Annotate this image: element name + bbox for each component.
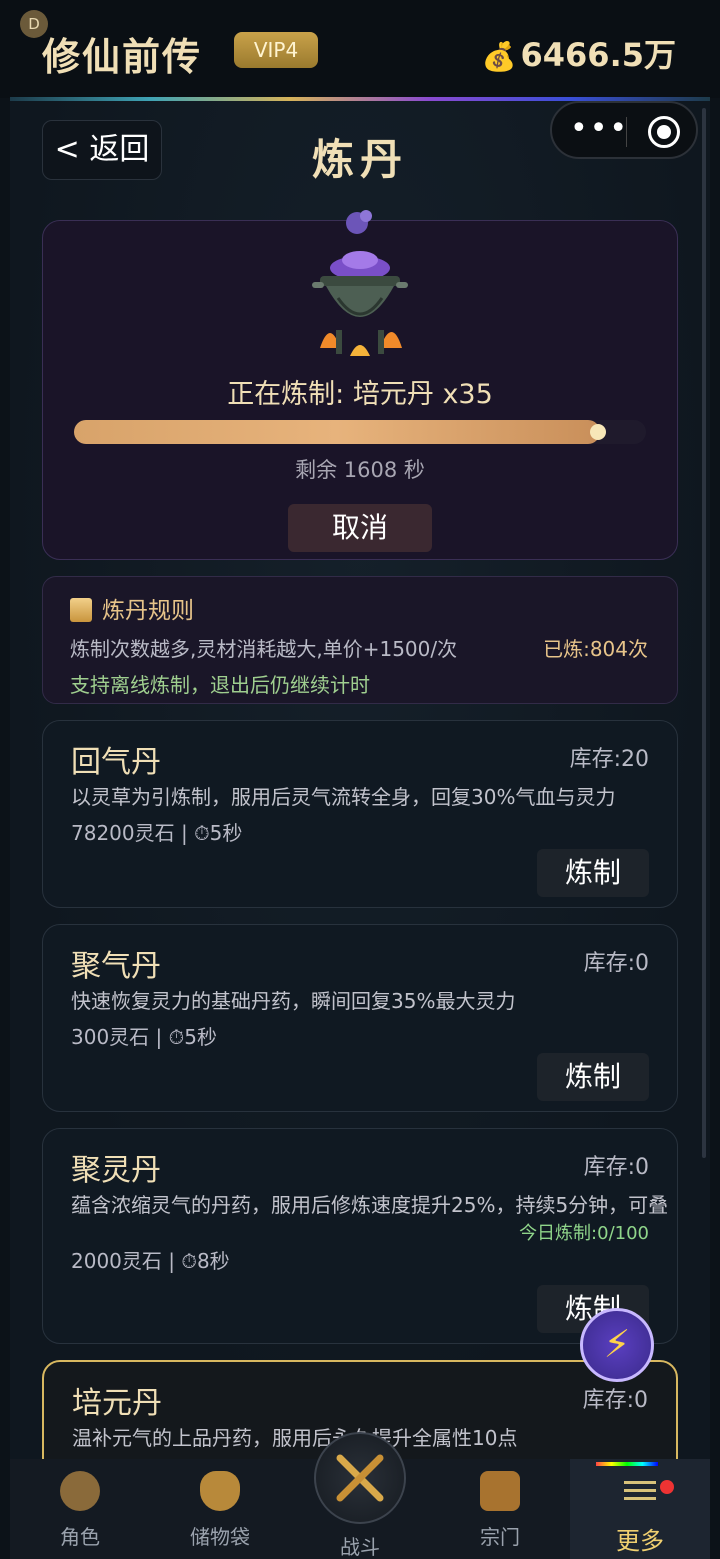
pill-stock: 库存:0 (582, 1388, 648, 1413)
game-title: 修仙前传 (42, 35, 203, 79)
currency-amount: 6466.5万 (520, 36, 677, 74)
pill-name: 培元丹 (72, 1386, 162, 1421)
pill-cost: 300灵石 | ⏱5秒 (71, 1025, 217, 1049)
pill-description: 温补元气的上品丹药，服用后永久提升全属性10点 (72, 1426, 518, 1450)
crafting-status: 正在炼制: 培元丹 x35 (227, 379, 493, 410)
pill-card: 回气丹 库存:20 以灵草为引炼制，服用后灵气流转全身，回复30%气血与灵力 7… (42, 720, 678, 908)
nav-label: 宗门 (480, 1525, 520, 1549)
pill-stock: 库存:20 (569, 747, 649, 772)
nav-item-more[interactable]: 更多 (570, 1459, 710, 1559)
nav-label: 角色 (60, 1525, 100, 1549)
menu-icon (620, 1471, 660, 1511)
sect-icon (480, 1471, 520, 1511)
pill-name: 回气丹 (71, 745, 161, 780)
nav-item-character[interactable]: 角色 (10, 1459, 150, 1559)
nav-label: 储物袋 (190, 1525, 250, 1549)
craft-button[interactable]: 炼制 (537, 1053, 649, 1101)
rules-offline-note: 支持离线炼制，退出后仍继续计时 (70, 673, 370, 697)
bag-icon (200, 1471, 240, 1511)
money-bag-icon: 💰 (481, 40, 517, 73)
nav-label: 更多 (616, 1527, 664, 1555)
pill-name: 聚气丹 (71, 949, 161, 984)
pill-description: 以灵草为引炼制，服用后灵气流转全身，回复30%气血与灵力 (71, 785, 616, 809)
smoke-decoration (360, 210, 372, 222)
pill-stock: 库存:0 (583, 1155, 649, 1180)
remaining-time: 剩余 1608 秒 (295, 458, 425, 482)
pill-card: 聚气丹 库存:0 快速恢复灵力的基础丹药，瞬间回复35%最大灵力 300灵石 |… (42, 924, 678, 1112)
scrollbar[interactable] (702, 108, 706, 1158)
divider (626, 117, 627, 147)
daily-craft-count: 今日炼制:0/100 (519, 1223, 649, 1244)
scroll-icon (70, 598, 92, 622)
progress-fill (74, 420, 601, 444)
notification-dot (660, 1480, 674, 1494)
swords-icon (336, 1454, 384, 1502)
vip-badge[interactable]: VIP4 (234, 32, 318, 68)
quick-action-bolt-button[interactable]: ⚡ (580, 1308, 654, 1382)
progress-knob (590, 424, 607, 440)
rules-title: 炼丹规则 (70, 591, 194, 625)
currency-display: 💰 6466.5万 (482, 30, 676, 76)
nav-label: 战斗 (340, 1535, 380, 1559)
more-icon[interactable]: ••• (570, 111, 629, 146)
pill-cost: 2000灵石 | ⏱8秒 (71, 1249, 230, 1273)
pill-description: 快速恢复灵力的基础丹药，瞬间回复35%最大灵力 (71, 989, 516, 1013)
pill-name: 聚灵丹 (71, 1153, 161, 1188)
pill-cost: 78200灵石 | ⏱5秒 (71, 821, 243, 845)
nav-item-bag[interactable]: 储物袋 (150, 1459, 290, 1559)
crafted-count: 已炼:804次 (543, 637, 648, 661)
rules-title-text: 炼丹规则 (102, 598, 194, 624)
pill-card: 聚灵丹 库存:0 蕴含浓缩灵气的丹药，服用后修炼速度提升25%，持续5分钟，可叠… (42, 1128, 678, 1344)
crafting-progress-bar (74, 420, 646, 444)
cancel-button[interactable]: 取消 (288, 504, 432, 552)
character-icon (60, 1471, 100, 1511)
battle-button[interactable] (314, 1432, 406, 1524)
rules-text: 炼制次数越多,灵材消耗越大,单价+1500/次 (70, 637, 458, 661)
nav-item-sect[interactable]: 宗门 (430, 1459, 570, 1559)
miniprogram-capsule: ••• (550, 101, 698, 159)
close-target-icon[interactable] (648, 116, 680, 148)
craft-button[interactable]: 炼制 (537, 849, 649, 897)
nav-highlight-line (596, 1462, 658, 1466)
cauldron-icon (312, 251, 408, 356)
pill-stock: 库存:0 (583, 951, 649, 976)
pill-description: 蕴含浓缩灵气的丹药，服用后修炼速度提升25%，持续5分钟，可叠 (71, 1193, 669, 1217)
